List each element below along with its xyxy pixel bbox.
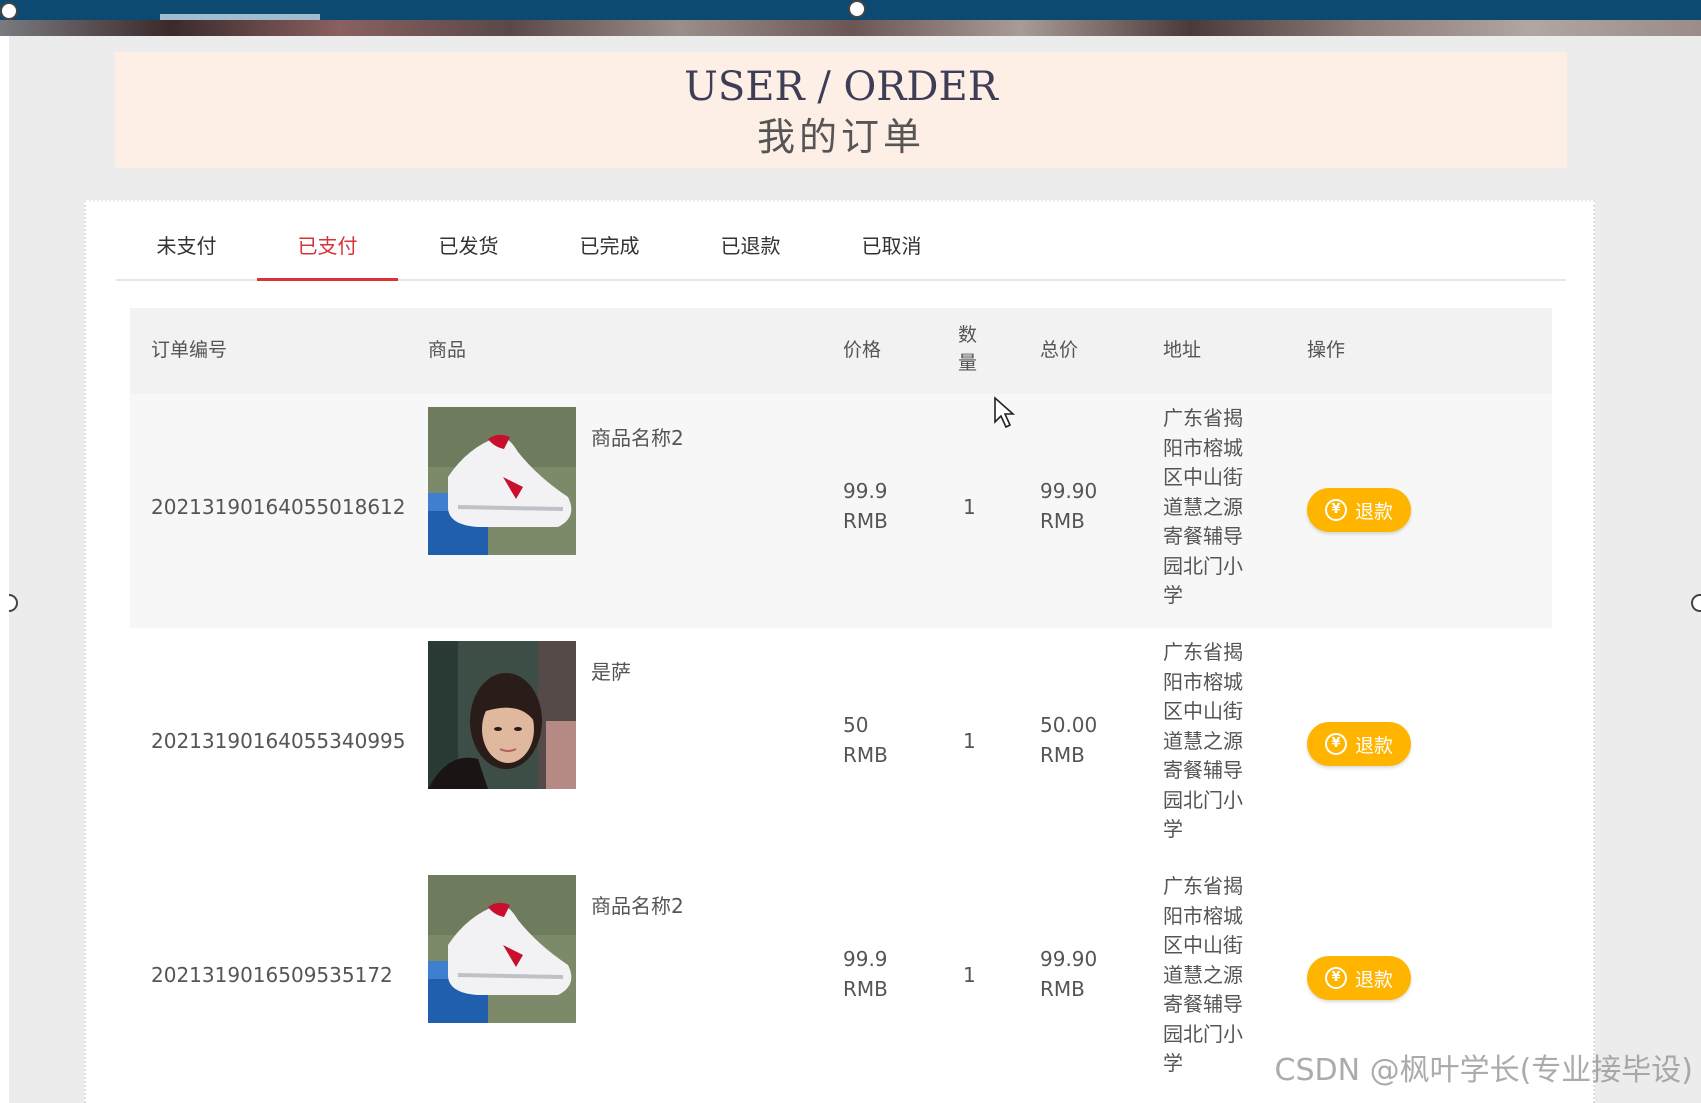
- refund-button[interactable]: ¥ 退款: [1307, 722, 1411, 766]
- price-unit: RMB: [843, 743, 888, 767]
- tab-unpaid[interactable]: 未支付: [116, 228, 257, 279]
- price-value: 50: [843, 713, 869, 737]
- tab-cancelled[interactable]: 已取消: [821, 228, 962, 279]
- yen-icon: ¥: [1324, 967, 1347, 989]
- left-edge: [0, 36, 9, 1103]
- refund-label: 退款: [1354, 500, 1393, 523]
- column-header-action: 操作: [1307, 339, 1346, 361]
- price: 99.9 RMB: [843, 944, 888, 1004]
- refund-label: 退款: [1354, 734, 1393, 757]
- tab-paid[interactable]: 已支付: [257, 228, 398, 281]
- column-header-total: 总价: [1040, 339, 1079, 361]
- price: 50 RMB: [843, 710, 888, 770]
- price-unit: RMB: [843, 977, 888, 1001]
- resize-handle-top-center[interactable]: [848, 0, 866, 18]
- total: 99.90 RMB: [1040, 944, 1097, 1004]
- refund-button[interactable]: ¥ 退款: [1307, 956, 1411, 1000]
- table-row: 20213190164055340995 是萨 50 RMB 1 50.00 R…: [130, 628, 1552, 862]
- total-value: 99.90: [1040, 947, 1098, 971]
- column-header-address: 地址: [1163, 339, 1202, 361]
- total-unit: RMB: [1040, 509, 1085, 533]
- product-name[interactable]: 是萨: [591, 656, 631, 685]
- product-image-sneaker[interactable]: [428, 407, 576, 555]
- quantity: 1: [963, 729, 976, 753]
- tab-completed[interactable]: 已完成: [539, 228, 680, 279]
- total: 99.90 RMB: [1040, 476, 1097, 536]
- table-header: 订单编号 商品 价格 数量 总价 地址 操作: [130, 308, 1552, 394]
- product-image-portrait[interactable]: [428, 641, 576, 789]
- total-value: 99.90: [1040, 479, 1098, 503]
- address: 广东省揭阳市榕城区中山街道慧之源寄餐辅导园北门小学: [1163, 406, 1243, 607]
- yen-icon: ¥: [1324, 499, 1347, 521]
- resize-handle-middle-right[interactable]: [1691, 594, 1701, 612]
- product-image-sneaker[interactable]: [428, 875, 576, 1023]
- total: 50.00 RMB: [1040, 710, 1097, 770]
- watermark: CSDN @枫叶学长(专业接毕设): [1274, 1053, 1693, 1088]
- total-unit: RMB: [1040, 743, 1085, 767]
- product-name[interactable]: 商品名称2: [591, 890, 684, 919]
- tab-refunded[interactable]: 已退款: [680, 228, 821, 279]
- yen-icon: ¥: [1324, 733, 1347, 755]
- refund-button[interactable]: ¥ 退款: [1307, 488, 1411, 532]
- order-number: 20213190164055340995: [151, 729, 406, 753]
- price-value: 99.9: [843, 479, 888, 503]
- product-name[interactable]: 商品名称2: [591, 422, 684, 451]
- total-unit: RMB: [1040, 977, 1085, 1001]
- page-header: USER / ORDER 我的订单: [115, 52, 1567, 168]
- column-header-quantity: 数量: [958, 324, 978, 374]
- progress-indicator: [160, 14, 320, 20]
- column-header-order-no: 订单编号: [151, 339, 228, 361]
- price-unit: RMB: [843, 509, 888, 533]
- address: 广东省揭阳市榕城区中山街道慧之源寄餐辅导园北门小学: [1163, 640, 1243, 841]
- price: 99.9 RMB: [843, 476, 888, 536]
- address: 广东省揭阳市榕城区中山街道慧之源寄餐辅导园北门小学: [1163, 874, 1243, 1075]
- column-header-price: 价格: [843, 339, 882, 361]
- total-value: 50.00: [1040, 713, 1098, 737]
- quantity: 1: [963, 963, 976, 987]
- page-title-zh: 我的订单: [756, 115, 925, 159]
- order-number: 2021319016509535172: [151, 963, 393, 987]
- price-value: 99.9: [843, 947, 888, 971]
- table-row: 2021319016405501861​2 商品名称2 99.9 RMB 1 9…: [130, 394, 1552, 628]
- mouse-pointer-icon: [993, 396, 1017, 434]
- refund-label: 退款: [1354, 968, 1393, 991]
- page-title-en: USER / ORDER: [684, 64, 998, 110]
- order-number: 2021319016405501861​2: [151, 495, 406, 519]
- quantity: 1: [963, 495, 976, 519]
- column-header-product: 商品: [428, 339, 467, 361]
- resize-handle-top-left[interactable]: [0, 2, 18, 20]
- order-status-tabs: 未支付 已支付 已发货 已完成 已退款 已取消: [116, 228, 1566, 281]
- tab-shipped[interactable]: 已发货: [398, 228, 539, 279]
